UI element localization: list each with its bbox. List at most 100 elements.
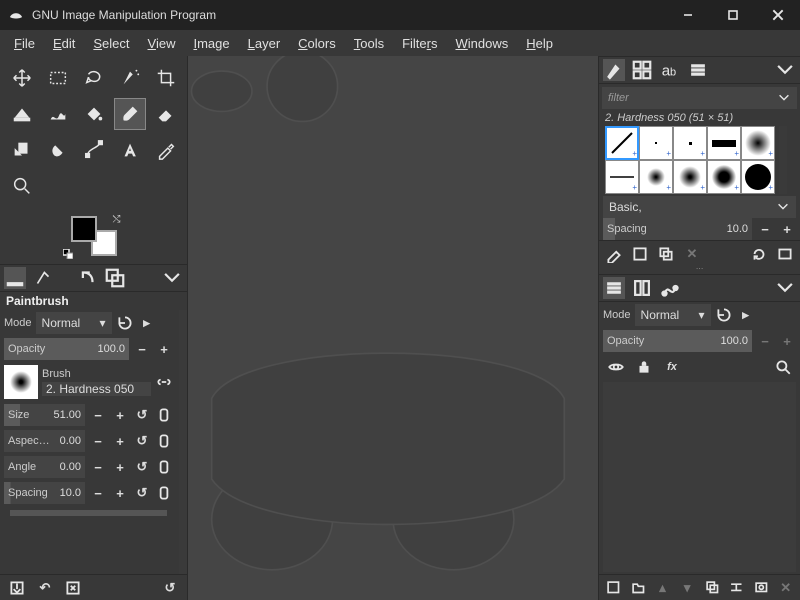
delete-layer-icon[interactable]: ✕ [777, 579, 794, 597]
aspect-link[interactable] [155, 432, 173, 450]
refresh-brushes-icon[interactable] [750, 245, 768, 263]
menu-colors[interactable]: Colors [290, 33, 344, 54]
fx-icon[interactable]: fx [663, 358, 681, 376]
tab-layers-icon[interactable] [603, 277, 625, 299]
default-colors-icon[interactable] [63, 248, 73, 258]
size-link[interactable] [155, 406, 173, 424]
brush-preview[interactable] [4, 365, 38, 399]
visibility-icon[interactable] [607, 358, 625, 376]
menu-tools[interactable]: Tools [346, 33, 392, 54]
menu-view[interactable]: View [140, 33, 184, 54]
menu-image[interactable]: Image [185, 33, 237, 54]
menu-layer[interactable]: Layer [240, 33, 289, 54]
tool-zoom[interactable] [6, 170, 38, 202]
angle-minus[interactable]: − [89, 458, 107, 476]
brush-cell[interactable]: + [605, 126, 639, 160]
brush-cell[interactable]: + [673, 160, 707, 194]
tool-bucket[interactable] [78, 98, 110, 130]
brush-cell[interactable]: + [741, 160, 775, 194]
menu-file[interactable]: File [6, 33, 43, 54]
minimize-button[interactable] [665, 0, 710, 30]
brush-spacing-plus[interactable]: + [778, 220, 796, 238]
mode-reset-icon[interactable] [116, 314, 134, 332]
tool-color-picker[interactable] [150, 134, 182, 166]
brush-cell[interactable]: + [707, 160, 741, 194]
tab-channels-icon[interactable] [631, 277, 653, 299]
brush-link-icon[interactable] [155, 373, 173, 391]
menu-edit[interactable]: Edit [45, 33, 83, 54]
save-preset-icon[interactable] [8, 579, 26, 597]
brush-cell[interactable]: + [741, 126, 775, 160]
brush-scrollbar[interactable] [779, 126, 787, 194]
new-layer-icon[interactable] [605, 579, 622, 597]
scrollbar[interactable] [179, 310, 187, 574]
mask-layer-icon[interactable] [753, 579, 770, 597]
aspect-reset[interactable]: ↺ [133, 432, 151, 450]
tool-clone[interactable] [6, 134, 38, 166]
brush-spacing-slider[interactable]: Spacing 10.0 [603, 218, 752, 240]
tool-text[interactable] [114, 134, 146, 166]
spacing-slider[interactable]: Spacing 10.0 [4, 482, 85, 504]
layer-opacity-minus[interactable]: − [756, 332, 774, 350]
canvas-area[interactable] [188, 56, 598, 600]
brush-cell[interactable]: + [639, 126, 673, 160]
angle-slider[interactable]: Angle 0.00 [4, 456, 85, 478]
angle-link[interactable] [155, 458, 173, 476]
layer-search-icon[interactable] [774, 358, 792, 376]
size-reset[interactable]: ↺ [133, 406, 151, 424]
tab-history-icon[interactable] [687, 59, 709, 81]
layer-opacity-slider[interactable]: Opacity 100.0 [603, 330, 752, 352]
mode-select[interactable]: Normal ▾ [36, 312, 112, 334]
panel-grip[interactable]: ∙∙∙ [599, 266, 800, 274]
layer-mode-menu[interactable]: ▸ [737, 306, 755, 324]
tab-device-status-icon[interactable] [32, 267, 54, 289]
hardness-slider[interactable] [10, 510, 167, 516]
menu-windows[interactable]: Windows [448, 33, 517, 54]
tool-free-select[interactable] [78, 62, 110, 94]
layer-opacity-plus[interactable]: + [778, 332, 796, 350]
close-button[interactable] [755, 0, 800, 30]
tab-patterns-icon[interactable] [631, 59, 653, 81]
tool-warp[interactable] [42, 98, 74, 130]
layer-mode-reset[interactable] [715, 306, 733, 324]
spacing-minus[interactable]: − [89, 484, 107, 502]
configure-tab-icon[interactable] [161, 267, 183, 289]
new-group-icon[interactable] [630, 579, 647, 597]
tab-paths-icon[interactable] [659, 277, 681, 299]
aspect-slider[interactable]: Aspec… 0.00 [4, 430, 85, 452]
spacing-reset[interactable]: ↺ [133, 484, 151, 502]
menu-help[interactable]: Help [518, 33, 561, 54]
reset-all-icon[interactable]: ↺ [161, 579, 179, 597]
open-as-image-icon[interactable] [776, 245, 794, 263]
brush-cell[interactable]: + [707, 126, 741, 160]
menu-select[interactable]: Select [85, 33, 137, 54]
brush-preset-select[interactable]: Basic, [603, 196, 796, 218]
size-minus[interactable]: − [89, 406, 107, 424]
tool-fuzzy-select[interactable] [114, 62, 146, 94]
size-plus[interactable]: + [111, 406, 129, 424]
restore-preset-icon[interactable]: ↶ [36, 579, 54, 597]
tab-brushes-icon[interactable] [603, 59, 625, 81]
tab-undo-icon[interactable] [76, 267, 98, 289]
lock-icon[interactable] [635, 358, 653, 376]
maximize-button[interactable] [710, 0, 755, 30]
opacity-slider[interactable]: Opacity 100.0 [4, 338, 129, 360]
delete-preset-icon[interactable] [64, 579, 82, 597]
brush-cell[interactable]: + [673, 126, 707, 160]
raise-layer-icon[interactable]: ▴ [654, 579, 671, 597]
duplicate-layer-icon[interactable] [704, 579, 721, 597]
tool-move[interactable] [6, 62, 38, 94]
lower-layer-icon[interactable]: ▾ [679, 579, 696, 597]
new-brush-icon[interactable] [631, 245, 649, 263]
edit-brush-icon[interactable] [605, 245, 623, 263]
mode-menu-icon[interactable]: ▸ [138, 314, 156, 332]
opacity-minus[interactable]: − [133, 340, 151, 358]
tab-images-icon[interactable] [104, 267, 126, 289]
brush-spacing-minus[interactable]: − [756, 220, 774, 238]
foreground-color[interactable] [71, 216, 97, 242]
tool-crop[interactable] [150, 62, 182, 94]
spacing-link[interactable] [155, 484, 173, 502]
tool-path[interactable] [78, 134, 110, 166]
brushes-configure-icon[interactable] [774, 59, 796, 81]
delete-brush-icon[interactable]: ✕ [683, 245, 701, 263]
